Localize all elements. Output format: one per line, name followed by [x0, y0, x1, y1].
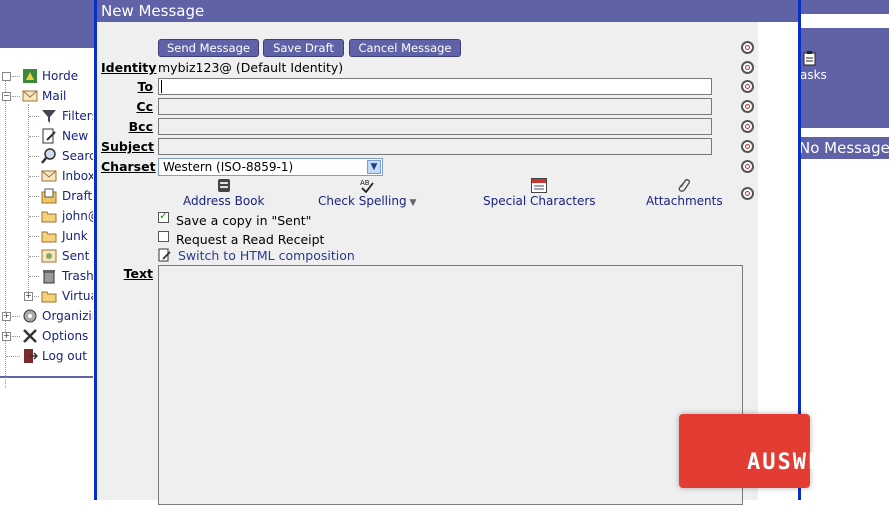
main-header-strip: [800, 14, 889, 28]
save-copy-checkbox[interactable]: [158, 209, 169, 223]
options-icon: [23, 329, 37, 343]
address-book-icon: [217, 179, 230, 192]
sidebar-item-inbox[interactable]: Inbox: [0, 166, 93, 186]
search-icon: [41, 148, 56, 164]
tasks-icon[interactable]: [803, 51, 816, 66]
address-book-button[interactable]: Address Book: [183, 178, 264, 208]
sidebar-item-trash[interactable]: Trash: [0, 266, 93, 286]
text-label: Text: [123, 266, 153, 281]
message-body-textarea[interactable]: [158, 265, 743, 505]
sidebar-item-junk[interactable]: Junk: [0, 226, 93, 246]
subject-input[interactable]: [158, 138, 712, 155]
logout-icon: [24, 349, 38, 363]
help-icon[interactable]: [741, 120, 754, 133]
sidebar-item-mail[interactable]: − Mail: [0, 86, 93, 106]
no-messages-header: No Message: [797, 137, 889, 159]
sidebar-item-search[interactable]: Search: [0, 146, 93, 166]
sidebar-item-drafts[interactable]: Drafts: [0, 186, 93, 206]
expand-icon[interactable]: +: [2, 312, 11, 321]
sidebar-item-horde[interactable]: Horde: [0, 66, 93, 86]
read-receipt-checkbox[interactable]: [158, 231, 169, 242]
send-message-button[interactable]: Send Message: [158, 39, 259, 57]
help-icon[interactable]: [741, 61, 754, 74]
subject-label: Subject: [101, 139, 154, 154]
help-icon[interactable]: [741, 187, 754, 200]
help-icon[interactable]: [741, 100, 754, 113]
svg-text:AB: AB: [360, 179, 370, 187]
collapse-icon[interactable]: −: [2, 92, 11, 101]
ausweb-logo-text: AUSWEB: [747, 450, 839, 475]
cc-input[interactable]: [158, 98, 712, 115]
dropdown-arrow-icon[interactable]: ▼: [407, 198, 416, 208]
paperclip-icon: [678, 178, 691, 192]
trash-icon: [43, 270, 55, 284]
help-icon[interactable]: [741, 160, 754, 173]
mail-icon: [22, 90, 38, 102]
sidebar-item-organizing[interactable]: + Organizin: [0, 306, 93, 326]
special-characters-icon: [531, 178, 548, 193]
bcc-label: Bcc: [128, 119, 153, 134]
sidebar-item-filters[interactable]: Filters: [0, 106, 93, 126]
bcc-input[interactable]: [158, 118, 712, 135]
to-input[interactable]: [158, 78, 712, 95]
identity-label: Identity: [101, 60, 157, 75]
sidebar-item-new-message[interactable]: New M: [0, 126, 93, 146]
folder-icon: [41, 211, 57, 223]
organizing-icon: [23, 309, 37, 323]
charset-select[interactable]: Western (ISO-8859-1) ▼: [158, 158, 383, 176]
switch-html-link[interactable]: Switch to HTML composition: [178, 248, 355, 263]
cc-label: Cc: [136, 99, 153, 114]
sidebar-item-logout[interactable]: Log out: [0, 346, 93, 366]
identity-value[interactable]: mybiz123@ (Default Identity): [158, 60, 343, 75]
to-label: To: [137, 79, 153, 94]
spell-check-icon: AB: [360, 179, 374, 193]
sidebar-item-virtual[interactable]: + Virtua: [0, 286, 93, 306]
drafts-icon: [41, 188, 57, 204]
text-cursor: [161, 80, 162, 93]
cancel-message-button[interactable]: Cancel Message: [349, 39, 461, 57]
sidebar-item-john[interactable]: john@: [0, 206, 93, 226]
folder-icon: [41, 231, 57, 243]
sidebar-item-options[interactable]: + Options: [0, 326, 93, 346]
save-draft-button[interactable]: Save Draft: [263, 39, 344, 57]
expand-icon[interactable]: +: [2, 332, 11, 341]
window-title: New Message: [97, 0, 798, 22]
inbox-icon: [41, 170, 57, 182]
help-icon[interactable]: [741, 80, 754, 93]
special-characters-button[interactable]: Special Characters: [483, 178, 596, 208]
expand-icon[interactable]: +: [24, 292, 33, 301]
compose-icon: [42, 128, 56, 144]
expand-icon[interactable]: [2, 72, 11, 81]
attachments-button[interactable]: Attachments: [646, 178, 723, 208]
help-icon[interactable]: [741, 140, 754, 153]
sidebar-item-sent[interactable]: Sent: [0, 246, 93, 266]
charset-label: Charset: [101, 159, 156, 174]
sent-icon: [41, 249, 57, 263]
html-compose-icon: [158, 248, 171, 262]
tasks-label[interactable]: asks: [800, 68, 827, 82]
check-spelling-button[interactable]: AB Check Spelling ▼: [318, 178, 416, 208]
horde-icon: [23, 69, 37, 83]
folder-icon: [41, 291, 57, 303]
chevron-down-icon[interactable]: ▼: [367, 160, 381, 174]
sidebar: Horde − Mail Filters New M Search Inbox …: [0, 48, 93, 388]
read-receipt-label[interactable]: Request a Read Receipt: [176, 232, 324, 247]
save-copy-label[interactable]: Save a copy in "Sent": [176, 213, 311, 228]
filter-icon: [42, 110, 56, 123]
help-icon[interactable]: [741, 41, 754, 54]
